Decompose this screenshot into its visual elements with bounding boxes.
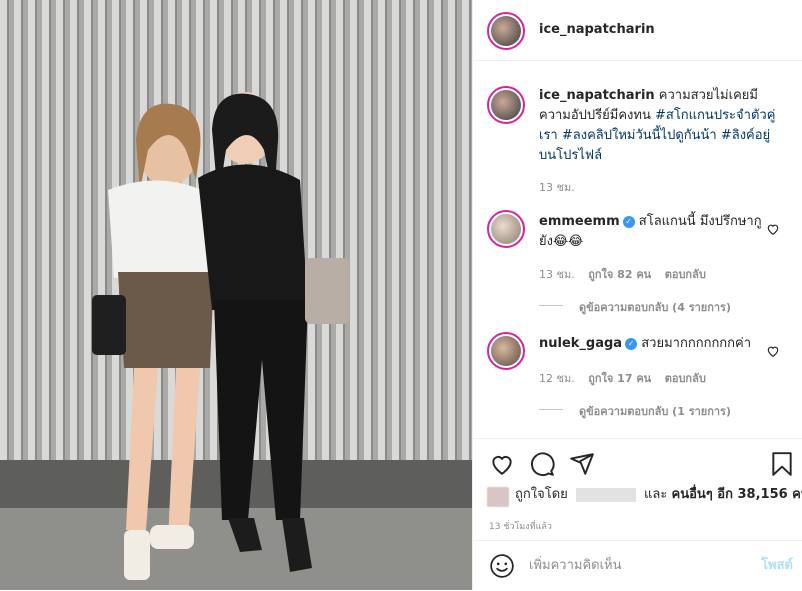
avatar[interactable] [487,12,525,50]
comment-input[interactable]: เพิ่มความคิดเห็น [529,556,622,576]
avatar-image [491,90,521,120]
comment-1-meta: 13 ชม. ถูกใจ 82 คน ตอบกลับ [539,265,706,283]
view-replies-button[interactable]: ดูข้อความตอบกลับ (4 รายการ) [579,298,731,316]
likes-others[interactable]: คนอื่นๆ อีก 38,156 คน [672,487,802,502]
comment-text: สวยมากกกกกกกค่า [641,336,751,351]
liker-name[interactable] [576,488,636,502]
comment-2-meta: 12 ชม. ถูกใจ 17 คน ตอบกลับ [539,369,706,387]
post-photo[interactable] [0,0,472,590]
comment-time: 12 ชม. [539,372,575,385]
post-header: ice_napatcharin [473,0,802,61]
liker-avatar [487,487,509,507]
caption: ice_napatcharin ความสวยไม่เคยมี ความอัปป… [539,86,785,166]
share-icon[interactable] [569,451,595,477]
heart-icon[interactable] [766,344,780,358]
comment-icon[interactable] [529,451,555,477]
likes-prefix: ถูกใจโดย [515,487,568,502]
view-replies-button[interactable]: ดูข้อความตอบกลับ (1 รายการ) [579,402,731,420]
comment-username[interactable]: nulek_gaga [539,336,622,351]
comment-avatar[interactable] [487,332,525,370]
avatar-image [491,336,521,366]
comment-likes[interactable]: ถูกใจ 17 คน [588,372,651,385]
post-age[interactable]: 13 ชั่วโมงที่แล้ว [489,519,552,533]
comment-username[interactable]: emmeemm [539,214,620,229]
post-button[interactable]: โพสต์ [761,556,793,576]
comment-likes[interactable]: ถูกใจ 82 คน [588,268,651,281]
verified-icon: ✓ [623,216,635,228]
caption-time: 13 ชม. [539,178,575,196]
heart-icon[interactable] [489,451,515,477]
comment-1: emmeemm✓ สโลแกนนี้ มึงปรึกษากูยัง😂😂 [539,212,767,252]
add-comment-bar: เพิ่มความคิดเห็น โพสต์ [473,540,802,591]
avatar-image [491,214,521,244]
emoji-icon[interactable] [489,553,515,579]
header-username[interactable]: ice_napatcharin [539,22,655,37]
verified-icon: ✓ [625,338,637,350]
likes-line: ถูกใจโดย และ คนอื่นๆ อีก 38,156 คน [515,485,802,505]
post-side-panel: ice_napatcharin ice_napatcharin ความสวยไ… [472,0,802,590]
heart-icon[interactable] [766,222,780,236]
avatar-image [491,16,521,46]
likes-and: และ [644,487,667,502]
comment-2: nulek_gaga✓ สวยมากกกกกกกค่า [539,334,767,354]
bookmark-icon[interactable] [769,451,795,477]
comment-time: 13 ชม. [539,268,575,281]
replies-divider [539,305,563,306]
instagram-post: ice_napatcharin ice_napatcharin ความสวยไ… [0,0,802,590]
comment-avatar[interactable] [487,210,525,248]
replies-divider [539,409,563,410]
photo-illustration [0,0,472,590]
caption-avatar[interactable] [487,86,525,124]
reply-button[interactable]: ตอบกลับ [665,268,706,281]
reply-button[interactable]: ตอบกลับ [665,372,706,385]
caption-username[interactable]: ice_napatcharin [539,88,655,103]
